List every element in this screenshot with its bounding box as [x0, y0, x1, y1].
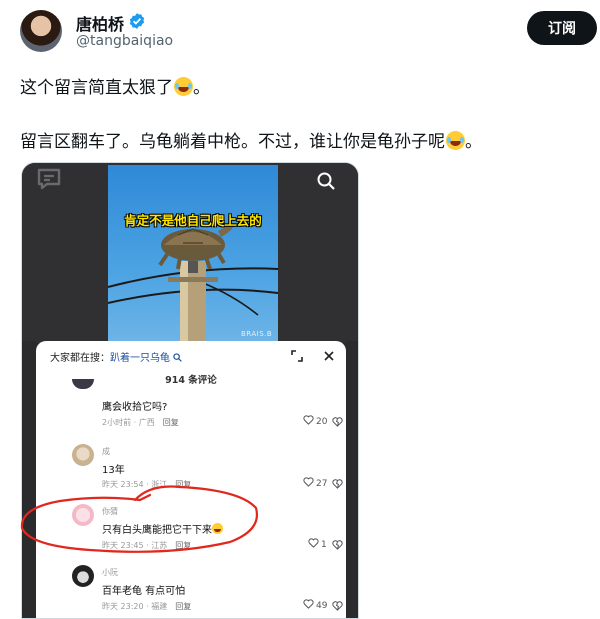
- like-button[interactable]: 49: [303, 599, 327, 611]
- like-button[interactable]: 1: [308, 538, 327, 550]
- dislike-icon[interactable]: [332, 478, 343, 489]
- reply-button[interactable]: 回复: [163, 418, 179, 427]
- search-icon[interactable]: [316, 171, 336, 191]
- laughing-emoji-icon: [446, 131, 465, 150]
- comment-meta: 昨天 23:20 · 福建 回复: [102, 601, 191, 612]
- like-count: 49: [316, 601, 328, 611]
- post-line1-suffix: 。: [193, 78, 210, 98]
- comment-time-location: 2小时前 · 广西: [102, 418, 155, 427]
- reply-button[interactable]: 回复: [175, 541, 191, 550]
- comment-avatar[interactable]: [72, 565, 94, 587]
- heart-icon: [303, 415, 314, 425]
- laughing-emoji-icon: [174, 77, 193, 96]
- dislike-icon[interactable]: [332, 539, 343, 550]
- comment-username[interactable]: 成: [102, 446, 110, 457]
- author-name[interactable]: 唐柏桥: [76, 11, 124, 35]
- reply-button[interactable]: 回复: [175, 602, 191, 611]
- comment-username[interactable]: 你猜: [102, 506, 118, 517]
- post-line2-text: 留言区翻车了。乌龟躺着中枪。不过，谁让你是龟孙子呢: [20, 132, 445, 152]
- like-count: 27: [316, 479, 328, 489]
- comment-time-location: 昨天 23:54 · 浙江: [102, 480, 168, 489]
- trending-search-prefix: 大家都在搜：: [50, 353, 110, 364]
- like-button[interactable]: 27: [303, 477, 327, 489]
- comment-avatar[interactable]: [72, 504, 94, 526]
- verified-icon: [129, 13, 145, 29]
- keyword-search-icon: [173, 353, 182, 362]
- heart-icon: [303, 477, 314, 487]
- video-caption: 肯定不是他自己爬上去的: [124, 213, 262, 228]
- comment-text: 百年老龟 有点可怕: [102, 586, 186, 597]
- reply-button[interactable]: 回复: [175, 480, 191, 489]
- post-text-line-2: 留言区翻车了。乌龟躺着中枪。不过，谁让你是龟孙子呢。: [20, 127, 482, 152]
- heart-icon: [308, 538, 319, 548]
- side-bar-left: [22, 341, 36, 618]
- like-count: 1: [321, 540, 327, 550]
- heart-icon: [303, 599, 314, 609]
- video-watermark: BRAIS.B: [241, 330, 273, 338]
- like-count: 20: [316, 417, 328, 427]
- author-handle[interactable]: @tangbaiqiao: [76, 33, 173, 49]
- comment-text-body: 只有白头鹰能把它干下来: [102, 525, 212, 536]
- comment-meta: 2小时前 · 广西 回复: [102, 417, 179, 428]
- expand-icon[interactable]: [290, 349, 304, 363]
- close-icon[interactable]: [322, 349, 336, 363]
- comment-text: 只有白头鹰能把它干下来: [102, 521, 223, 536]
- comment-avatar[interactable]: [72, 379, 94, 389]
- comment-meta: 昨天 23:45 · 江苏 回复: [102, 540, 191, 551]
- post-line2-suffix: 。: [465, 132, 482, 152]
- author-avatar[interactable]: [20, 10, 62, 52]
- video-area: 肯定不是他自己爬上去的 BRAIS.B: [22, 163, 358, 343]
- turtle-on-pole-image: [108, 225, 278, 341]
- like-button[interactable]: 20: [303, 415, 327, 427]
- comments-panel: 大家都在搜：趴着一只乌龟 914 条评论 鹰会收拾它吗? 2小时前 · 广西 回复…: [36, 341, 346, 618]
- dislike-icon[interactable]: [332, 600, 343, 611]
- post-text-line-1: 这个留言简直太狠了。: [20, 73, 210, 98]
- grinning-emoji-icon: [212, 523, 223, 534]
- comment-time-location: 昨天 23:20 · 福建: [102, 602, 168, 611]
- post-line1-text: 这个留言简直太狠了: [20, 78, 173, 98]
- comment-avatar[interactable]: [72, 444, 94, 466]
- side-bar-right: [346, 341, 358, 618]
- trending-search[interactable]: 大家都在搜：趴着一只乌龟: [50, 349, 182, 364]
- comment-text: 鹰会收拾它吗?: [102, 402, 168, 413]
- comment-time-location: 昨天 23:45 · 江苏: [102, 541, 168, 550]
- comment-username[interactable]: 小阮: [102, 567, 118, 578]
- dislike-icon[interactable]: [332, 416, 343, 427]
- chat-icon: [37, 168, 61, 190]
- embedded-screenshot[interactable]: 肯定不是他自己爬上去的 BRAIS.B 大家都在搜：趴着一只乌龟 914 条评论…: [21, 162, 359, 619]
- comment-text: 13年: [102, 465, 125, 476]
- video-frame[interactable]: 肯定不是他自己爬上去的 BRAIS.B: [108, 165, 278, 341]
- trending-search-keyword[interactable]: 趴着一只乌龟: [110, 353, 170, 364]
- subscribe-button[interactable]: 订阅: [527, 11, 597, 45]
- comment-meta: 昨天 23:54 · 浙江 回复: [102, 479, 191, 490]
